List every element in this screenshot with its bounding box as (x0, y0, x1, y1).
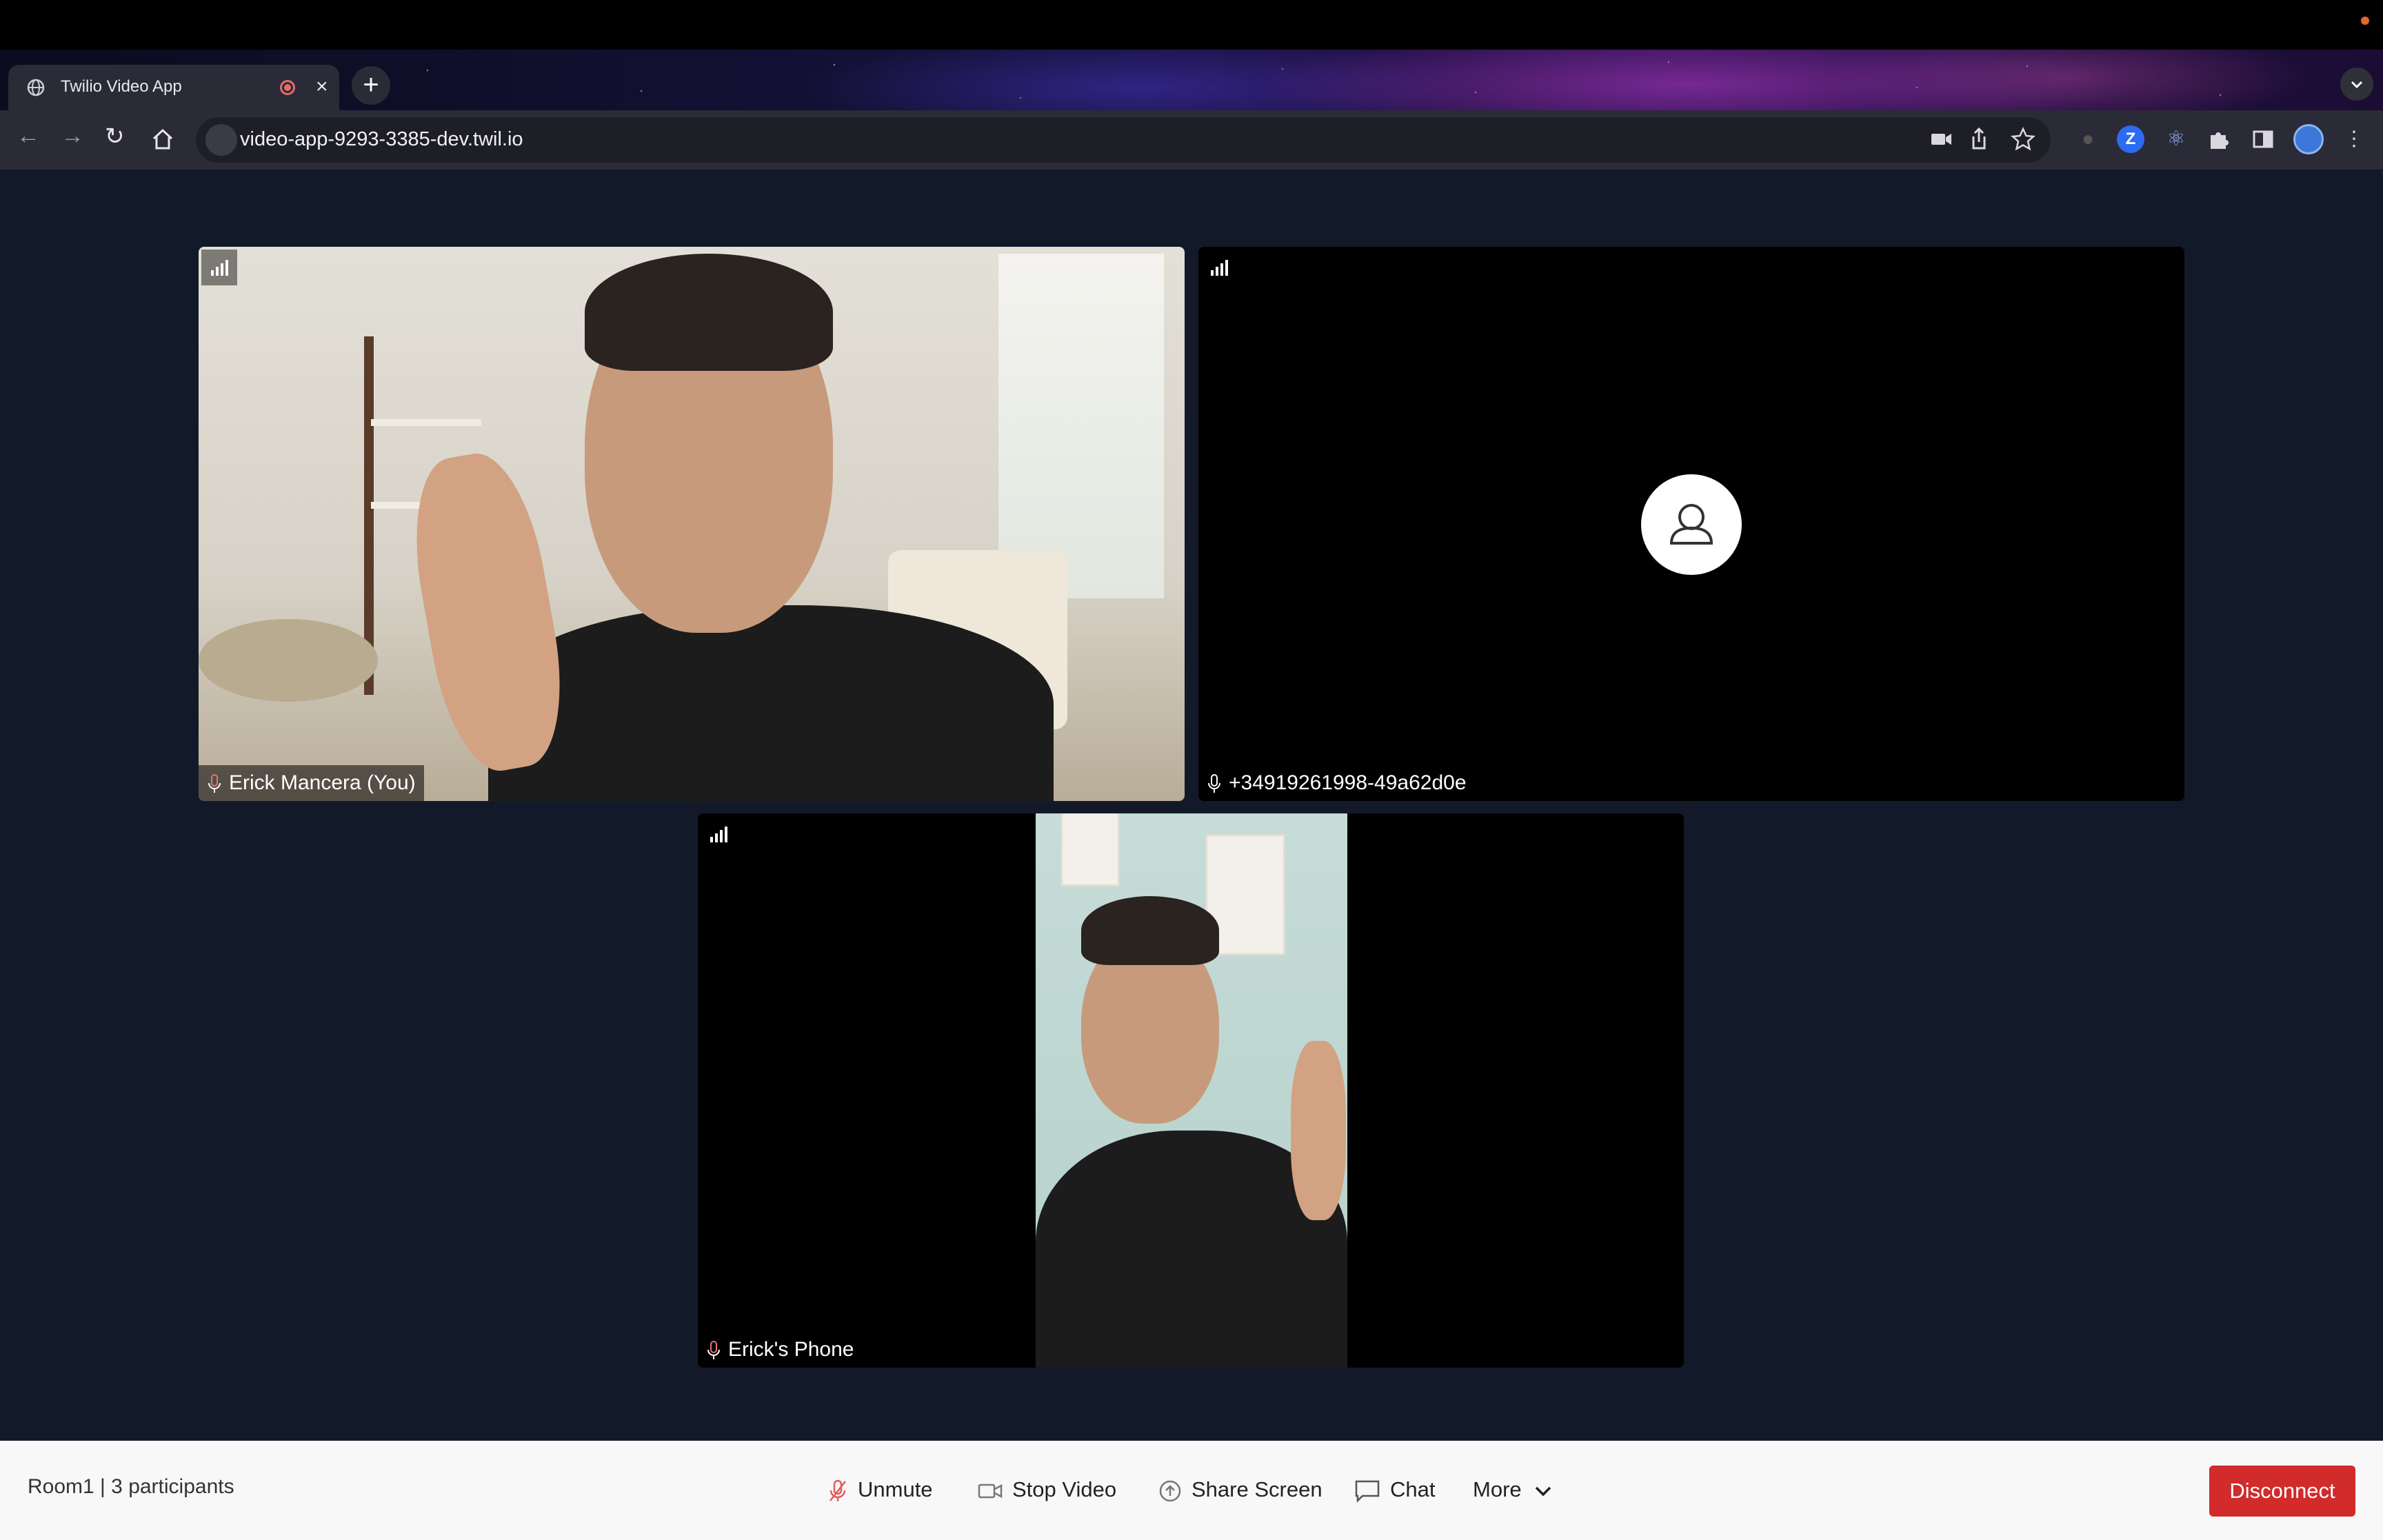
participant-name-label: Erick's Phone (698, 1332, 862, 1368)
stop-video-label: Stop Video (1012, 1477, 1117, 1501)
participant-tile-phone: Erick's Phone (698, 813, 1684, 1368)
extension-z-icon[interactable]: Z (2117, 125, 2144, 153)
chat-button[interactable]: Chat (1354, 1472, 1435, 1507)
react-icon[interactable]: ⚛ (2162, 125, 2190, 153)
sidepanel-icon[interactable] (2249, 125, 2277, 153)
more-label: More (1473, 1477, 1522, 1501)
forward-icon[interactable]: → (61, 123, 84, 150)
tab-title: Twilio Video App (61, 77, 182, 96)
participant-name-label: Erick Mancera (You) (199, 765, 424, 801)
rug (199, 619, 378, 702)
participant-name: Erick Mancera (You) (229, 771, 416, 794)
recording-icon (280, 80, 295, 95)
person-hair (585, 254, 833, 371)
profile-icon[interactable] (2293, 124, 2324, 154)
avatar (1641, 474, 1742, 575)
disconnect-button[interactable]: Disconnect (2209, 1466, 2355, 1517)
chat-icon (1355, 1480, 1380, 1503)
person-hair (1081, 896, 1219, 965)
puzzle-icon[interactable] (2205, 125, 2233, 153)
globe-icon (27, 79, 45, 97)
signal-icon (701, 816, 736, 852)
signal-icon (201, 250, 237, 285)
unmute-button[interactable]: Unmute (827, 1472, 933, 1507)
phone-video (1036, 813, 1347, 1368)
participant-tile-local: Erick Mancera (You) (199, 247, 1185, 801)
tab-search-button[interactable] (2340, 68, 2373, 101)
share-icon[interactable] (1965, 125, 1993, 153)
extension-dot-icon[interactable]: ● (2074, 125, 2102, 153)
mic-off-icon (829, 1479, 846, 1501)
back-icon[interactable]: ← (17, 123, 40, 150)
status-dot (2361, 17, 2369, 25)
chevron-down-icon (2351, 81, 2363, 89)
new-tab-button[interactable]: + (352, 66, 390, 105)
kebab-menu-icon[interactable]: ⋮ (2340, 125, 2368, 153)
mic-icon (707, 1341, 720, 1360)
share-screen-button[interactable]: Share Screen (1158, 1472, 1323, 1507)
share-screen-label: Share Screen (1192, 1477, 1323, 1501)
url-text: video-app-9293-3385-dev.twil.io (240, 128, 523, 150)
chevron-down-icon (1536, 1486, 1551, 1497)
person-shirt (488, 605, 1054, 801)
tab-strip: Twilio Video App × + (0, 50, 2383, 110)
room-info: Room1 | 3 participants (28, 1475, 234, 1498)
thumbs-up-hand (399, 445, 577, 780)
chat-label: Chat (1390, 1477, 1436, 1501)
close-icon[interactable]: × (316, 73, 328, 101)
browser-tab[interactable]: Twilio Video App × (8, 65, 339, 110)
shelf-board (371, 419, 481, 426)
home-icon[interactable] (150, 127, 175, 152)
thumbs-up-hand (1291, 1041, 1346, 1220)
window-background (998, 254, 1164, 598)
mic-icon (208, 774, 221, 793)
mic-icon (1208, 774, 1220, 793)
video-icon (978, 1483, 1003, 1499)
participant-name: +34919261998-49a62d0e (1229, 771, 1467, 794)
reload-icon[interactable]: ↻ (105, 123, 125, 150)
browser-toolbar: ← → ↻ video-app-9293-3385-dev.twil.io ● … (0, 110, 2383, 170)
os-menu-bar (0, 0, 2383, 50)
room-controls-bar: Room1 | 3 participants Unmute Stop Video… (0, 1441, 2383, 1540)
participant-tile-remote: +34919261998-49a62d0e (1198, 247, 2184, 801)
participant-name-label: +34919261998-49a62d0e (1198, 765, 1475, 801)
site-settings-icon[interactable] (205, 124, 237, 156)
wall-art (1060, 813, 1120, 886)
address-bar[interactable]: video-app-9293-3385-dev.twil.io (196, 117, 2051, 163)
camera-icon[interactable] (1928, 125, 1955, 153)
more-button[interactable]: More (1473, 1472, 1552, 1507)
star-icon[interactable] (2009, 125, 2037, 153)
signal-icon (1201, 250, 1237, 285)
unmute-label: Unmute (858, 1477, 933, 1501)
avatar-icon (1669, 504, 1713, 545)
participant-name: Erick's Phone (728, 1338, 854, 1361)
share-screen-icon (1159, 1480, 1181, 1502)
stop-video-button[interactable]: Stop Video (978, 1472, 1116, 1507)
